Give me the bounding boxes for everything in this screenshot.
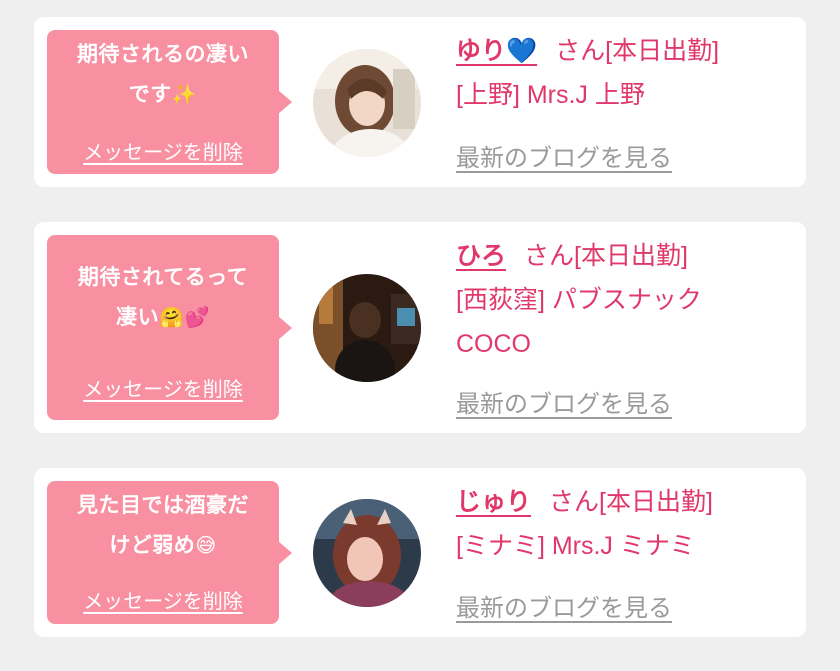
cast-name-link[interactable]: ゆり💙 [456,37,537,65]
grinning-sweat-emoji: 😅 [195,533,217,557]
cast-info: じゅり さん[本日出勤] [ミナミ] Mrs.J ミナミ [456,480,792,568]
message-card: 期待されてるって 凄い🤗💕 メッセージを削除 ひろ さん[本日出勤] [西荻窪] … [34,222,806,433]
message-bubble: 期待されてるって 凄い🤗💕 メッセージを削除 [47,235,292,420]
delete-message-link[interactable]: メッセージを削除 [47,136,279,165]
latest-blog-link[interactable]: 最新のブログを見る [456,138,672,173]
message-text: 期待されてるって 凄い🤗💕 [77,265,249,329]
sparkles-emoji: ✨ [171,82,198,106]
message-text: 見た目では酒豪だ けど弱め😅 [77,493,249,557]
message-bubble: 見た目では酒豪だ けど弱め😅 メッセージを削除 [47,481,292,624]
avatar-hiro [313,274,421,382]
delete-message-link[interactable]: メッセージを削除 [47,585,279,614]
message-card: 期待されるの凄い です✨ メッセージを削除 ゆり💙 さん[本日出勤] [上野] M… [34,17,806,187]
latest-blog-link[interactable]: 最新のブログを見る [456,384,672,419]
blue-heart-emoji: 💙 [506,37,538,65]
avatar[interactable] [313,499,421,607]
message-text: 期待されるの凄い です✨ [77,42,249,106]
cast-status: さん[本日出勤] [555,37,720,65]
avatar[interactable] [313,49,421,157]
avatar[interactable] [313,274,421,382]
cast-info: ひろ さん[本日出勤] [西荻窪] パブスナック COCO [456,234,792,366]
avatar-juri [313,499,421,607]
avatar-yuri [313,49,421,157]
shop-name: [上野] Mrs.J 上野 [456,81,645,109]
message-card: 見た目では酒豪だ けど弱め😅 メッセージを削除 じゅり さん[本日出勤] [ミナミ… [34,468,806,637]
cast-status: さん[本日出勤] [549,488,713,516]
cast-status: さん[本日出勤] [524,242,688,270]
latest-blog-link[interactable]: 最新のブログを見る [456,588,672,623]
hugging-face-two-hearts-emoji: 🤗💕 [159,305,210,329]
message-bubble: 期待されるの凄い です✨ メッセージを削除 [47,30,292,174]
shop-name: [ミナミ] Mrs.J ミナミ [456,532,695,560]
delete-message-link[interactable]: メッセージを削除 [47,373,279,402]
cast-name-link[interactable]: ひろ [456,242,506,270]
cast-info: ゆり💙 さん[本日出勤] [上野] Mrs.J 上野 [456,29,792,117]
shop-name: [西荻窪] パブスナック COCO [456,286,702,358]
cast-name-link[interactable]: じゅり [456,488,531,516]
